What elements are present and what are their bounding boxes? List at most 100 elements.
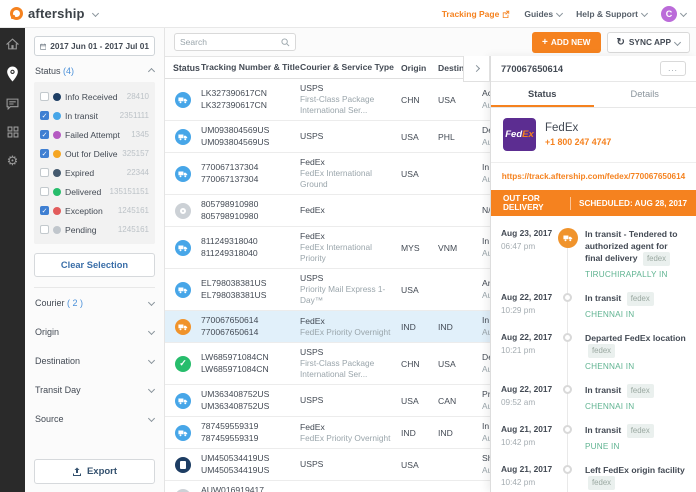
- checkpoint-location: CHENNAI IN: [585, 362, 635, 371]
- search-input[interactable]: [180, 37, 277, 47]
- tracking-number-cell: 770067137304 770067137304: [201, 162, 259, 184]
- search-box[interactable]: [174, 33, 296, 51]
- tracking-page-link[interactable]: Tracking Page: [442, 9, 511, 19]
- checkbox[interactable]: ✓: [40, 111, 49, 120]
- apps-grid-icon[interactable]: [7, 126, 19, 138]
- checkbox[interactable]: [40, 187, 49, 196]
- table-row[interactable]: ✓ LW685971084CN LW685971084CN USPS First-Cla…: [165, 343, 490, 385]
- status-cell: [165, 392, 201, 409]
- table-row[interactable]: UM363408752USUM363408752US USPS USA CAN Proc…: [165, 385, 490, 417]
- status-filter-item[interactable]: Expired 22344: [40, 163, 149, 182]
- status-filter-item[interactable]: ✓ In transit 2351111: [40, 106, 149, 125]
- table-row[interactable]: EL798038381US EL798038381US USPS Priority M…: [165, 269, 490, 311]
- date-range-picker[interactable]: 2017 Jun 01 - 2017 Jul 01: [34, 36, 155, 56]
- more-actions-button[interactable]: ...: [660, 61, 686, 76]
- guides-menu[interactable]: Guides: [524, 9, 564, 19]
- filter-section-destination[interactable]: Destination: [34, 346, 156, 375]
- table-row[interactable]: 770067650614 770067650614 FedEx FedEx Prior…: [165, 311, 490, 343]
- tracking-number-cell: 787459559319 787459559319: [201, 421, 259, 443]
- table-row[interactable]: 787459559319 787459559319 FedEx FedEx Prior…: [165, 417, 490, 449]
- tab-details[interactable]: Details: [594, 82, 696, 107]
- chevron-down-icon: [147, 327, 156, 336]
- status-filter-item[interactable]: Delivered 135151151: [40, 182, 149, 201]
- courier-cell: USPS: [300, 459, 324, 469]
- checkpoint-cell: AcceptedAug 23: [482, 88, 490, 110]
- collapse-panel-button[interactable]: [463, 56, 490, 82]
- checkpoint-location: CHENNAI IN: [585, 310, 635, 319]
- clear-selection-button[interactable]: Clear Selection: [34, 253, 155, 277]
- status-filter-label: Out for Delivery: [65, 148, 118, 159]
- status-cell: [165, 281, 201, 298]
- timeline-date: Aug 22, 2017 10:21 pm: [501, 332, 553, 355]
- status-section-header[interactable]: Status (4): [35, 66, 156, 76]
- tracking-pin-icon[interactable]: [6, 66, 19, 82]
- filter-section-origin[interactable]: Origin: [34, 317, 156, 346]
- status-filter-item[interactable]: ✓ Failed Attempt 1345: [40, 125, 149, 144]
- checkbox[interactable]: [40, 168, 49, 177]
- export-button[interactable]: Export: [34, 459, 155, 484]
- timeline-date: Aug 22, 2017 10:29 pm: [501, 292, 553, 315]
- destination-cell: PHL: [438, 131, 455, 142]
- table-row[interactable]: 811249318040 811249318040 FedEx FedEx Inter…: [165, 227, 490, 269]
- account-menu[interactable]: C: [661, 5, 688, 22]
- checkbox[interactable]: [40, 225, 49, 234]
- status-filter-count: 28410: [126, 92, 149, 101]
- origin-cell: USA: [401, 459, 419, 470]
- status-in-transit-icon: [175, 165, 191, 182]
- status-out-for-delivery-icon: [175, 318, 191, 335]
- aftership-logo[interactable]: aftership: [10, 6, 99, 21]
- table-row[interactable]: AUW016919417AUW016919417DHL Active Traci…: [165, 481, 490, 492]
- origin-cell: USA: [401, 131, 419, 142]
- filter-section-source[interactable]: Source: [34, 404, 156, 433]
- chat-icon[interactable]: [6, 98, 19, 110]
- tracking-number-cell: AUW016919417AUW016919417: [201, 485, 265, 492]
- home-icon[interactable]: [6, 38, 19, 50]
- timeline-marker: [557, 228, 578, 279]
- checkpoint-location: PUNE IN: [585, 442, 620, 451]
- tab-status[interactable]: Status: [491, 82, 594, 107]
- table-row[interactable]: 770067137304 770067137304 FedEx FedEx Inter…: [165, 153, 490, 195]
- help-support-menu[interactable]: Help & Support: [576, 9, 649, 19]
- checkbox[interactable]: [40, 92, 49, 101]
- courier-phone-link[interactable]: +1 800 247 4747: [545, 137, 611, 147]
- table-row[interactable]: LK327390617CN LK327390617CN USPS First-Clas…: [165, 79, 490, 121]
- checkbox[interactable]: ✓: [40, 206, 49, 215]
- tracking-url-link[interactable]: https://track.aftership.com/fedex/770067…: [491, 162, 696, 190]
- timeline-entry: Aug 22, 2017 10:21 pm Departed FedEx locat…: [501, 332, 686, 371]
- tracking-number-cell: EL798038381US EL798038381US: [201, 278, 267, 300]
- courier-badge: fedex: [626, 384, 654, 398]
- avatar[interactable]: C: [661, 5, 677, 22]
- table-row[interactable]: UM450534419USUM450534419US USPS USA Shippin…: [165, 449, 490, 481]
- add-new-button[interactable]: + ADD NEW: [532, 31, 601, 53]
- status-filter-label: Pending: [65, 224, 97, 235]
- status-cell: [165, 456, 201, 473]
- filter-sections: Courier ( 2 ) Origin Destination Transit Da…: [34, 287, 156, 433]
- courier-cell: FedEx FedEx International Priority: [300, 231, 372, 263]
- logo-chevron-down-icon[interactable]: [91, 9, 99, 18]
- status-filter-item[interactable]: ✓ Exception 1245161: [40, 201, 149, 220]
- status-count: (4): [63, 66, 75, 76]
- settings-gear-icon[interactable]: ⚙: [7, 154, 19, 167]
- sync-app-button[interactable]: ↻ SYNC APP: [606, 31, 690, 53]
- status-filter-label: In transit: [65, 110, 98, 121]
- filter-section-courier[interactable]: Courier ( 2 ): [34, 288, 156, 317]
- account-chevron-down-icon: [679, 9, 688, 18]
- table-row[interactable]: UM093804569USUM093804569US USPS USA PHL Depa…: [165, 121, 490, 153]
- filter-section-transit-day[interactable]: Transit Day: [34, 375, 156, 404]
- table-body: LK327390617CN LK327390617CN USPS First-Clas…: [165, 79, 490, 492]
- status-filter-item[interactable]: Pending 1245161: [40, 220, 149, 239]
- origin-cell: CHN: [401, 358, 420, 369]
- courier-badge: fedex: [588, 476, 616, 490]
- checkbox[interactable]: ✓: [40, 130, 49, 139]
- checkpoint-cell: In transitAug 23: [482, 236, 490, 258]
- status-filter-item[interactable]: ✓ Out for Delivery 325157: [40, 144, 149, 163]
- status-filter-count: 135151151: [109, 187, 149, 196]
- timeline-text: In transit fedex CHENNAI IN: [578, 384, 686, 411]
- checkbox[interactable]: ✓: [40, 149, 49, 158]
- table-row[interactable]: 805798910980805798910980 FedEx N/A: [165, 195, 490, 227]
- status-filter-item[interactable]: Info Received 28410: [40, 87, 149, 106]
- nav-rail: ⚙: [0, 28, 25, 492]
- courier-cell: USPS First-Class Package International Se…: [300, 347, 375, 379]
- origin-cell: IND: [401, 321, 416, 332]
- timeline-date: Aug 22, 2017 09:52 am: [501, 384, 553, 407]
